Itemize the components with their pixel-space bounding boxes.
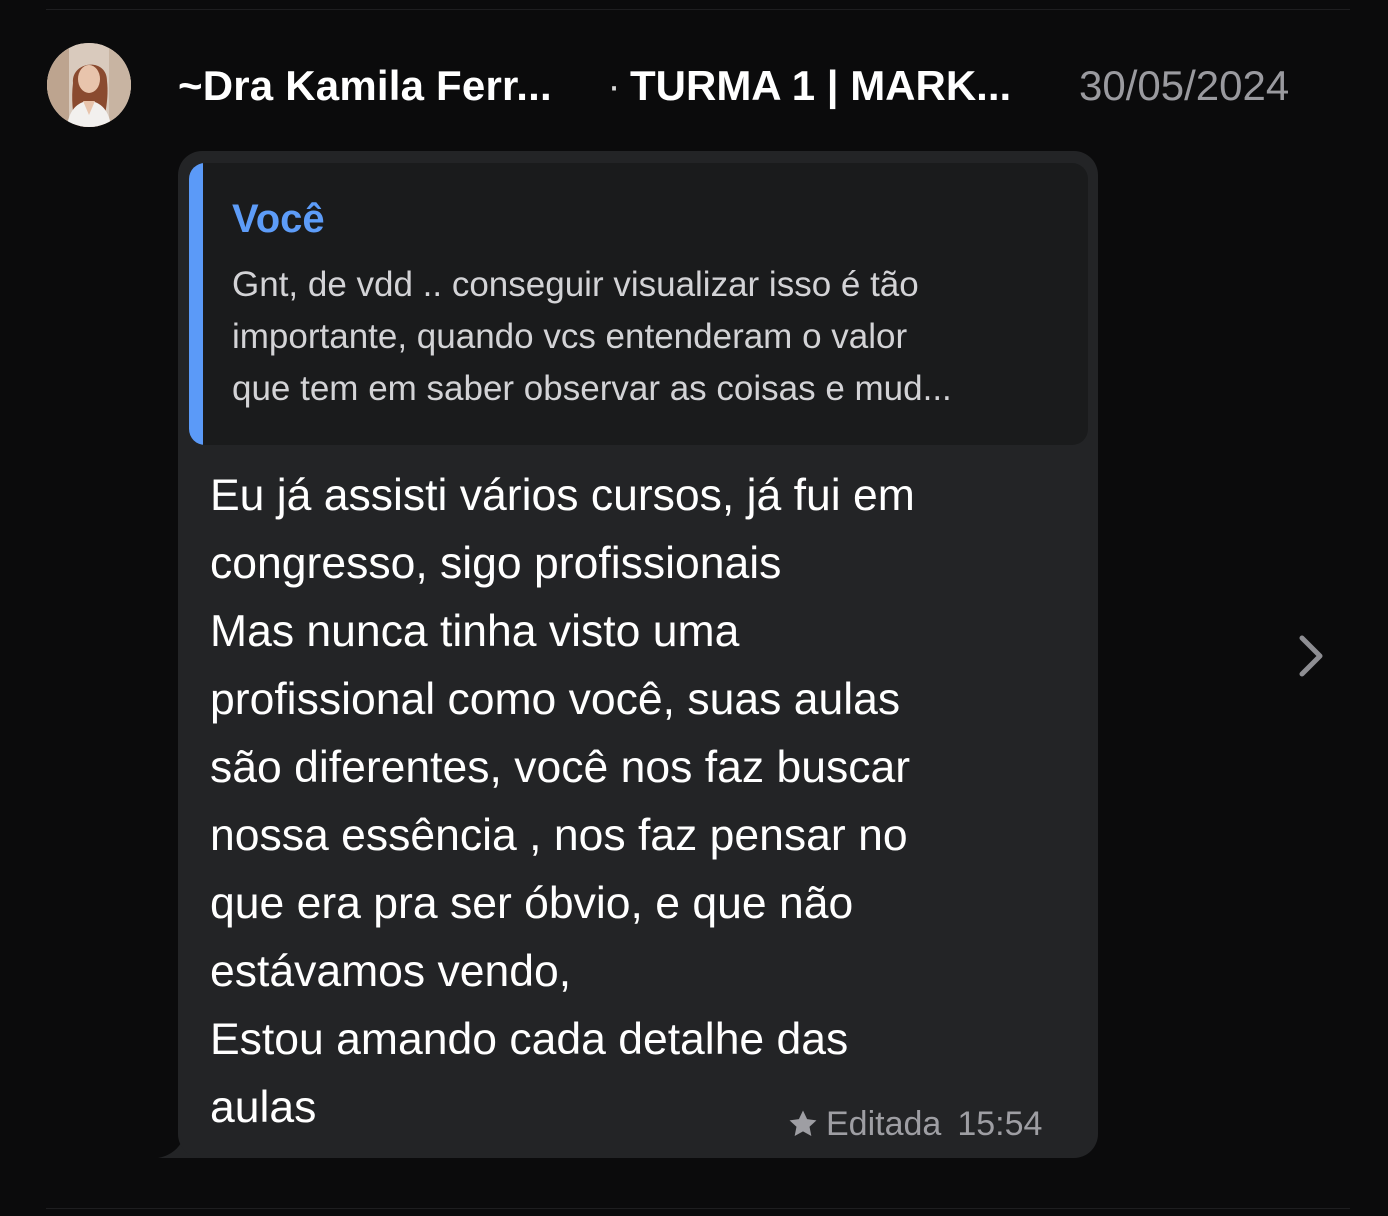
message-line: Eu já assisti vários cursos, já fui em <box>210 471 915 520</box>
group-name[interactable]: TURMA 1 | MARK... <box>630 62 1040 110</box>
message-line: profissional como você, suas aulas <box>210 675 901 724</box>
avatar-image <box>47 43 131 127</box>
avatar[interactable] <box>47 43 131 127</box>
message-date: 30/05/2024 <box>1079 62 1290 109</box>
quoted-text: Gnt, de vdd .. conseguir visualizar isso… <box>232 259 1072 415</box>
header-separator: · <box>607 63 621 108</box>
message-time: 15:54 <box>957 1104 1043 1143</box>
message-text: Eu já assisti vários cursos, já fui em c… <box>210 462 1080 1142</box>
quoted-message[interactable]: Você Gnt, de vdd .. conseguir visualizar… <box>189 163 1088 445</box>
chevron-right-icon[interactable] <box>1290 632 1332 680</box>
message-line: congresso, sigo profissionais <box>210 539 782 588</box>
message-line: Estou amando cada detalhe das <box>210 1015 849 1064</box>
message-line: nossa essência , nos faz pensar no <box>210 811 908 860</box>
bottom-divider <box>46 1208 1350 1209</box>
message-view: ~Dra Kamila Ferr... · TURMA 1 | MARK... … <box>0 0 1388 1216</box>
message-line: estávamos vendo, <box>210 947 572 996</box>
quoted-line: Gnt, de vdd .. conseguir visualizar isso… <box>232 265 919 304</box>
edited-label: Editada <box>826 1104 942 1143</box>
top-divider <box>46 9 1350 10</box>
message-meta: Editada 15:54 <box>786 1100 1042 1148</box>
message-line: que era pra ser óbvio, e que não <box>210 879 854 928</box>
message-header: ~Dra Kamila Ferr... · TURMA 1 | MARK... <box>178 58 1040 114</box>
message-line: são diferentes, você nos faz buscar <box>210 743 911 792</box>
quoted-line: que tem em saber observar as coisas e mu… <box>232 369 952 408</box>
quoted-author: Você <box>232 197 325 241</box>
sender-name[interactable]: ~Dra Kamila Ferr... <box>178 62 588 110</box>
message-line: Mas nunca tinha visto uma <box>210 607 740 656</box>
quoted-line: importante, quando vcs entenderam o valo… <box>232 317 908 356</box>
quote-accent-bar <box>189 163 203 445</box>
star-icon <box>786 1107 820 1141</box>
